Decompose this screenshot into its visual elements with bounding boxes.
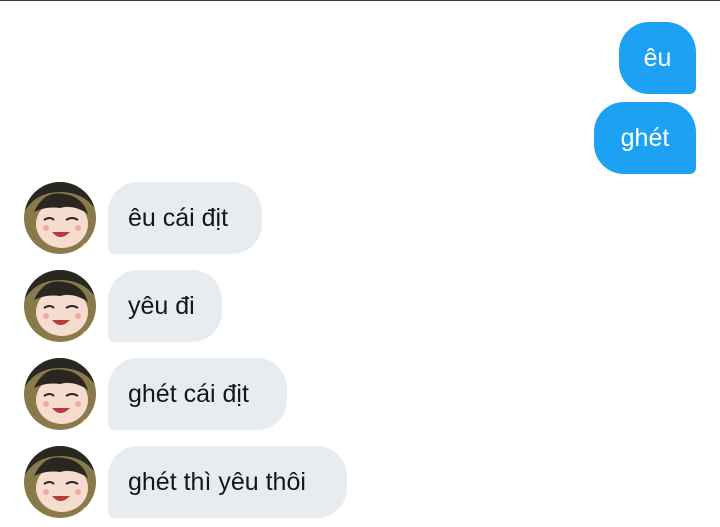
avatar-image — [24, 182, 96, 254]
avatar-image — [24, 446, 96, 518]
top-divider — [0, 0, 720, 1]
avatar[interactable] — [24, 182, 96, 254]
outgoing-message[interactable]: êu — [619, 22, 696, 94]
outgoing-message[interactable]: ghét — [594, 102, 696, 174]
incoming-message[interactable]: yêu đi — [108, 270, 222, 342]
avatar[interactable] — [24, 358, 96, 430]
incoming-message[interactable]: ghét cái địt — [108, 358, 287, 430]
incoming-message[interactable]: êu cái địt — [108, 182, 262, 254]
message-text: yêu đi — [128, 291, 195, 320]
message-text: êu cái địt — [128, 203, 229, 232]
message-text: ghét cái địt — [128, 379, 249, 408]
avatar-image — [24, 270, 96, 342]
avatar[interactable] — [24, 446, 96, 518]
message-text: êu — [643, 43, 672, 72]
incoming-message[interactable]: ghét thì yêu thôi — [108, 446, 347, 518]
message-text: ghét — [620, 123, 670, 152]
avatar[interactable] — [24, 270, 96, 342]
avatar-image — [24, 358, 96, 430]
message-text: ghét thì yêu thôi — [128, 467, 306, 496]
